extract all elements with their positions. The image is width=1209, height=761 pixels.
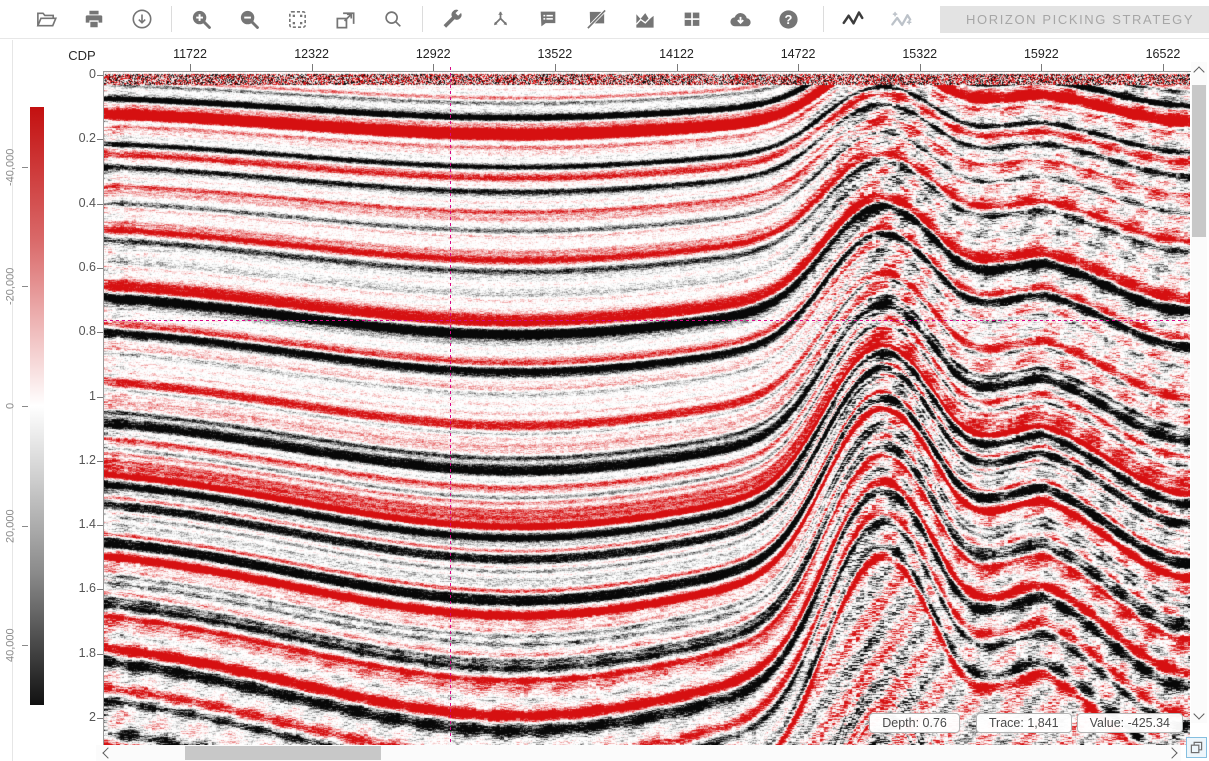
cdp-tick-label: 13522 bbox=[515, 47, 595, 61]
cdp-tick-label: 12922 bbox=[393, 47, 473, 61]
depth-tick-label: 1.4 bbox=[58, 517, 96, 531]
depth-tick-label: 2 bbox=[58, 710, 96, 724]
cdp-tick-label: 16522 bbox=[1123, 47, 1203, 61]
line-chart-icon[interactable] bbox=[631, 6, 657, 32]
cdp-tick-mark bbox=[555, 64, 556, 71]
zoom-out-icon[interactable] bbox=[236, 6, 262, 32]
depth-tick-label: 1.8 bbox=[58, 646, 96, 660]
colorbar-tick-mark bbox=[22, 286, 28, 287]
vertical-scrollbar[interactable] bbox=[1191, 62, 1207, 723]
depth-tick-label: 0 bbox=[58, 67, 96, 81]
print-icon[interactable] bbox=[81, 6, 107, 32]
crosshair-horizontal-line bbox=[104, 320, 1190, 321]
toolbar-separator bbox=[823, 6, 824, 32]
depth-tick-label: 1.2 bbox=[58, 453, 96, 467]
annotations-icon[interactable] bbox=[535, 6, 561, 32]
colorbar-tick-label: -40,000 bbox=[3, 119, 18, 215]
cdp-tick-mark bbox=[677, 64, 678, 71]
cdp-tick-mark bbox=[312, 64, 313, 71]
chevron-down-icon bbox=[1193, 708, 1204, 719]
search-icon[interactable] bbox=[380, 6, 406, 32]
scroll-right-button[interactable] bbox=[1165, 745, 1181, 761]
cdp-tick-label: 11722 bbox=[150, 47, 230, 61]
fit-view-icon[interactable] bbox=[284, 6, 310, 32]
axes-directions-icon[interactable] bbox=[487, 6, 513, 32]
colorbar-tick-mark bbox=[22, 645, 28, 646]
scroll-up-button[interactable] bbox=[1191, 62, 1207, 78]
toolbar-separator bbox=[422, 6, 423, 32]
colorbar-tick-label: 40,000 bbox=[3, 597, 18, 693]
zoom-in-icon[interactable] bbox=[188, 6, 214, 32]
seismic-plot-area[interactable] bbox=[104, 72, 1190, 745]
cdp-tick-mark bbox=[190, 64, 191, 71]
cdp-tick-mark bbox=[798, 64, 799, 71]
grid-table-icon[interactable] bbox=[679, 6, 705, 32]
help-icon[interactable]: ? bbox=[775, 6, 801, 32]
cdp-tick-label: 15322 bbox=[880, 47, 960, 61]
horizon-picking-strategy-button[interactable]: HORIZON PICKING STRATEGY bbox=[940, 6, 1209, 33]
depth-tick-label: 0.2 bbox=[58, 131, 96, 145]
cdp-tick-label: 14722 bbox=[758, 47, 838, 61]
colorbar-tick-label: -20,000 bbox=[3, 238, 18, 334]
vertical-scrollbar-thumb[interactable] bbox=[1192, 85, 1206, 237]
cdp-axis-title: CDP bbox=[62, 48, 102, 63]
horizon-line-icon[interactable] bbox=[840, 6, 866, 32]
scroll-down-button[interactable] bbox=[1191, 707, 1207, 723]
svg-text:?: ? bbox=[784, 11, 792, 26]
chevron-right-icon bbox=[1166, 747, 1177, 758]
depth-tick-label: 0.4 bbox=[58, 196, 96, 210]
auto-horizon-sparkle-icon[interactable] bbox=[888, 6, 914, 32]
depth-tick-label: 0.6 bbox=[58, 260, 96, 274]
colorbar-tick-label: 0 bbox=[3, 358, 18, 454]
cdp-tick-mark bbox=[1041, 64, 1042, 71]
trace-readout: Trace: 1,841 bbox=[976, 713, 1072, 733]
restore-window-icon bbox=[1190, 741, 1203, 754]
crosshair-vertical-line bbox=[450, 67, 451, 745]
scroll-left-button[interactable] bbox=[98, 745, 114, 761]
cdp-tick-mark bbox=[433, 64, 434, 71]
chevron-left-icon bbox=[102, 747, 113, 758]
toolbar: ? HORIZON PICKING STRATEGY bbox=[0, 0, 1209, 39]
cdp-tick-label: 14122 bbox=[637, 47, 717, 61]
horizontal-scrollbar-thumb[interactable] bbox=[185, 746, 381, 760]
settings-wrench-icon[interactable] bbox=[439, 6, 465, 32]
toolbar-separator bbox=[171, 6, 172, 32]
cdp-tick-label: 15922 bbox=[1001, 47, 1081, 61]
cloud-download-icon[interactable] bbox=[727, 6, 753, 32]
depth-tick-label: 1 bbox=[58, 389, 96, 403]
colorbar-tick-mark bbox=[22, 167, 28, 168]
cursor-status-row: Depth: 0.76 Trace: 1,841 Value: -425.34 bbox=[869, 713, 1183, 733]
detach-view-button[interactable] bbox=[1186, 737, 1207, 758]
download-circle-icon[interactable] bbox=[129, 6, 155, 32]
cdp-tick-label: 12322 bbox=[272, 47, 352, 61]
chevron-up-icon bbox=[1193, 66, 1204, 77]
value-readout: Value: -425.34 bbox=[1077, 713, 1183, 733]
cdp-tick-mark bbox=[1163, 64, 1164, 71]
cdp-tick-mark bbox=[920, 64, 921, 71]
pop-out-icon[interactable] bbox=[332, 6, 358, 32]
depth-tick-label: 0.8 bbox=[58, 324, 96, 338]
open-file-icon[interactable] bbox=[33, 6, 59, 32]
horizontal-scrollbar[interactable] bbox=[96, 745, 1181, 761]
colorbar-tick-mark bbox=[22, 406, 28, 407]
annotations-off-icon[interactable] bbox=[583, 6, 609, 32]
depth-readout: Depth: 0.76 bbox=[869, 713, 960, 733]
colorbar-tick-mark bbox=[22, 526, 28, 527]
depth-tick-label: 1.6 bbox=[58, 581, 96, 595]
colorbar-tick-label: 20,000 bbox=[3, 478, 18, 574]
seismic-section-canvas[interactable] bbox=[104, 72, 1190, 745]
amplitude-colorbar bbox=[30, 107, 44, 705]
